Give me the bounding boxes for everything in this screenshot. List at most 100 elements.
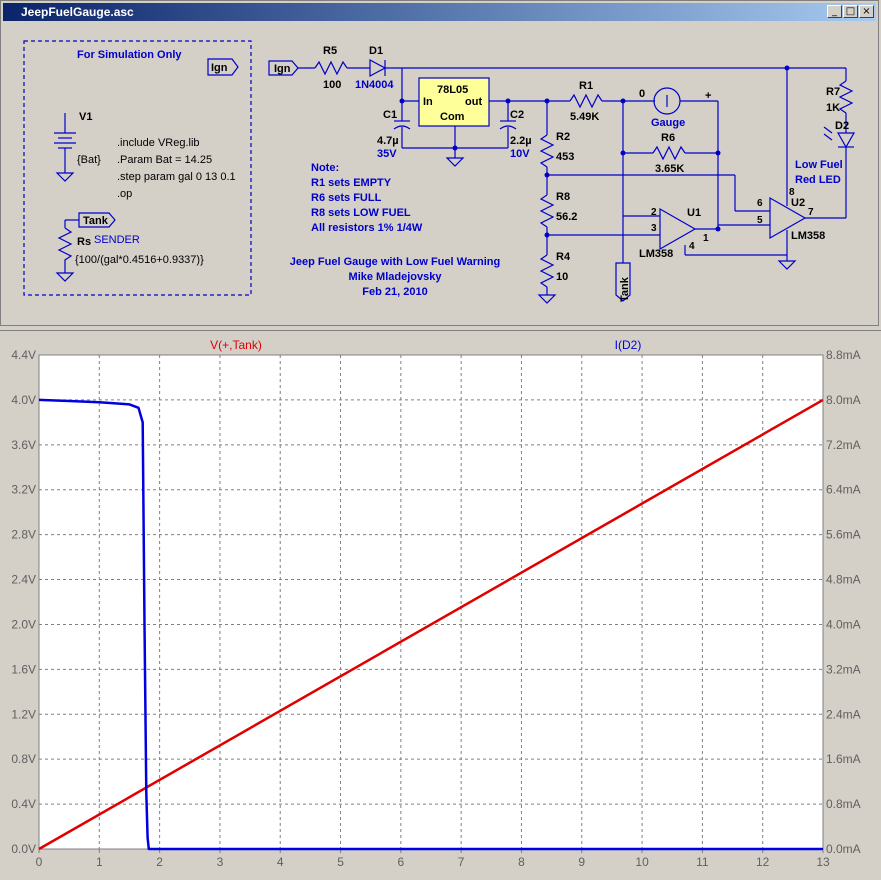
v1-label: V1 bbox=[79, 111, 92, 123]
x-tick-label: 11 bbox=[696, 855, 709, 869]
schematic-canvas[interactable]: For Simulation Only Ign V1 {Bat} .includ… bbox=[5, 23, 876, 323]
legend-i-d2[interactable]: I(D2) bbox=[615, 338, 642, 352]
u1-pin-2: 2 bbox=[651, 207, 657, 218]
title-bar[interactable]: JeepFuelGauge.asc _ □ × bbox=[3, 3, 876, 21]
y-left-tick-label: 2.4V bbox=[11, 573, 36, 587]
note-resistors: All resistors 1% 1/4W bbox=[311, 222, 423, 234]
x-tick-label: 8 bbox=[518, 855, 525, 869]
y-right-tick-label: 8.8mA bbox=[826, 348, 861, 362]
credit-title: Jeep Fuel Gauge with Low Fuel Warning bbox=[290, 256, 500, 268]
r5-label: R5 bbox=[323, 45, 337, 57]
r2-label: R2 bbox=[556, 131, 570, 143]
c2-value-1: 2.2µ bbox=[510, 135, 532, 147]
c2-value-2: 10V bbox=[510, 148, 530, 160]
u2-pin-7: 7 bbox=[808, 207, 814, 218]
x-tick-label: 0 bbox=[36, 855, 43, 869]
y-right-tick-label: 5.6mA bbox=[826, 528, 861, 542]
rs-value: {100/(gal*0.4516+0.9337)} bbox=[75, 254, 204, 266]
y-right-tick-label: 7.2mA bbox=[826, 438, 861, 452]
d1-value: 1N4004 bbox=[355, 79, 394, 91]
directive-3: .step param gal 0 13 0.1 bbox=[117, 171, 236, 183]
y-left-tick-label: 4.0V bbox=[11, 393, 36, 407]
window-title: JeepFuelGauge.asc bbox=[21, 5, 134, 19]
directive-4: .op bbox=[117, 188, 132, 200]
minimize-button[interactable]: _ bbox=[827, 5, 842, 18]
u2-label: U2 bbox=[791, 197, 805, 209]
d2-label: D2 bbox=[835, 120, 849, 132]
sim-tank-label: Tank bbox=[83, 215, 109, 227]
r1-value: 5.49K bbox=[570, 111, 599, 123]
x-tick-label: 4 bbox=[277, 855, 284, 869]
waveform-plot[interactable]: 0 1 2 3 4 5 6 7 8 9 10 11 12 13 0.0V0.4V0.8V1.2V1.6V2… bbox=[0, 331, 881, 880]
y-right-tick-label: 0.0mA bbox=[826, 842, 861, 856]
x-tick-label: 3 bbox=[217, 855, 224, 869]
r4-value: 10 bbox=[556, 271, 568, 283]
r1-label: R1 bbox=[579, 80, 593, 92]
x-tick-label: 1 bbox=[96, 855, 103, 869]
u1-pin-4: 4 bbox=[689, 241, 695, 252]
d2-value-1: Low Fuel bbox=[795, 159, 843, 171]
reg-out: out bbox=[465, 96, 482, 108]
r5-value: 100 bbox=[323, 79, 341, 91]
y-left-tick-label: 0.4V bbox=[11, 797, 36, 811]
x-tick-label: 6 bbox=[398, 855, 405, 869]
d1-label: D1 bbox=[369, 45, 383, 57]
x-tick-label: 12 bbox=[756, 855, 770, 869]
maximize-button[interactable]: □ bbox=[843, 5, 858, 18]
y-right-tick-label: 8.0mA bbox=[826, 393, 861, 407]
legend-v-tank[interactable]: V(+,Tank) bbox=[210, 338, 262, 352]
reg-name: 78L05 bbox=[437, 84, 468, 96]
c2-label: C2 bbox=[510, 109, 524, 121]
u2-pin-8: 8 bbox=[789, 187, 795, 198]
sim-title: For Simulation Only bbox=[77, 49, 182, 61]
note-r8: R8 sets LOW FUEL bbox=[311, 207, 411, 219]
y-right-tick-label: 4.0mA bbox=[826, 617, 861, 631]
directive-1: .include VReg.lib bbox=[117, 137, 200, 149]
rs-label: Rs bbox=[77, 236, 91, 248]
x-tick-label: 5 bbox=[337, 855, 344, 869]
reg-in: In bbox=[423, 96, 433, 108]
x-tick-label: 7 bbox=[458, 855, 465, 869]
u2-pin-6: 6 bbox=[757, 198, 763, 209]
u1-label: U1 bbox=[687, 207, 701, 219]
x-tick-label: 10 bbox=[635, 855, 649, 869]
reg-com: Com bbox=[440, 111, 465, 123]
y-right-tick-label: 2.4mA bbox=[826, 707, 861, 721]
gauge-plus-label: + bbox=[705, 90, 711, 102]
u1-pin-1: 1 bbox=[703, 233, 709, 244]
r8-value: 56.2 bbox=[556, 211, 577, 223]
y-right-tick-label: 0.8mA bbox=[826, 797, 861, 811]
credit-author: Mike Mladejovsky bbox=[349, 271, 443, 283]
c1-label: C1 bbox=[383, 109, 397, 121]
plot-area[interactable] bbox=[38, 354, 824, 850]
u1-pin-3: 3 bbox=[651, 223, 657, 234]
c1-value-2: 35V bbox=[377, 148, 397, 160]
x-tick-label: 9 bbox=[578, 855, 585, 869]
gauge-label: Gauge bbox=[651, 117, 685, 129]
sim-ign-label: Ign bbox=[211, 62, 228, 74]
u2-pin-5: 5 bbox=[757, 215, 763, 226]
x-tick-label: 2 bbox=[156, 855, 163, 869]
y-left-tick-label: 3.2V bbox=[11, 483, 36, 497]
y-left-tick-label: 0.0V bbox=[11, 842, 36, 856]
tank-port-label: Tank bbox=[619, 276, 631, 302]
y-right-tick-label: 1.6mA bbox=[826, 752, 861, 766]
r8-label: R8 bbox=[556, 191, 570, 203]
ign-port-label: Ign bbox=[274, 63, 291, 75]
y-left-tick-label: 4.4V bbox=[11, 348, 36, 362]
r7-label: R7 bbox=[826, 86, 840, 98]
u1-part: LM358 bbox=[639, 248, 673, 260]
y-left-tick-label: 0.8V bbox=[11, 752, 36, 766]
r4-label: R4 bbox=[556, 251, 571, 263]
note-r1: R1 sets EMPTY bbox=[311, 177, 392, 189]
y-left-tick-label: 1.6V bbox=[11, 662, 36, 676]
note-title: Note: bbox=[311, 162, 339, 174]
y-left-tick-label: 3.6V bbox=[11, 438, 36, 452]
y-left-tick-label: 2.0V bbox=[11, 617, 36, 631]
y-right-tick-label: 3.2mA bbox=[826, 662, 861, 676]
r7-value: 1K bbox=[826, 102, 840, 114]
close-button[interactable]: × bbox=[859, 5, 874, 18]
credit-date: Feb 21, 2010 bbox=[362, 286, 427, 298]
note-r6: R6 sets FULL bbox=[311, 192, 382, 204]
gauge-zero-label: 0 bbox=[639, 88, 645, 100]
